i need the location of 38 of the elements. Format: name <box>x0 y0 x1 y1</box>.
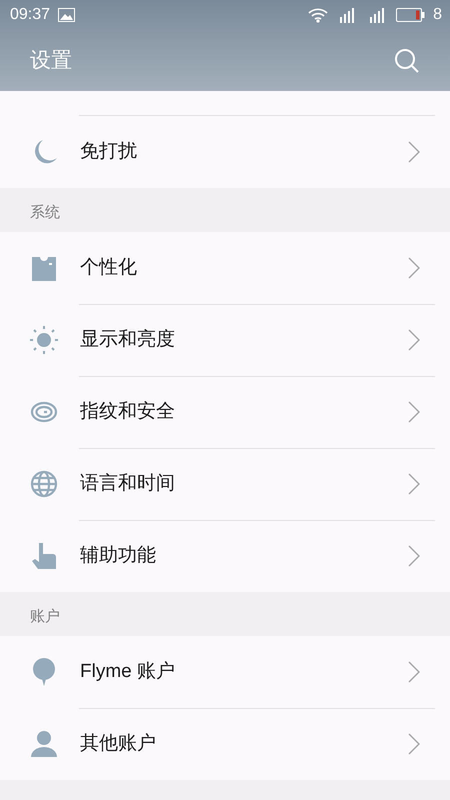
item-label: 其他账户 <box>80 732 156 756</box>
item-label: 免打扰 <box>80 140 137 164</box>
item-label: 显示和亮度 <box>80 328 175 352</box>
search-icon[interactable] <box>394 48 420 74</box>
chevron-icon <box>408 545 420 567</box>
chevron-icon <box>408 661 420 683</box>
battery-icon <box>396 8 426 22</box>
settings-item[interactable]: 辅助功能 <box>0 520 450 592</box>
person-icon <box>30 730 58 758</box>
chevron-icon <box>408 329 420 351</box>
battery-level-text: 8 <box>433 5 442 25</box>
settings-item[interactable]: 其他账户 <box>0 708 450 780</box>
item-label: 个性化 <box>80 256 137 280</box>
section-header: 账户 <box>29 607 61 627</box>
chevron-icon <box>408 733 420 755</box>
sun-icon <box>30 326 58 354</box>
chevron-icon <box>408 473 420 495</box>
picture-icon <box>58 8 76 22</box>
item-label: 指纹和安全 <box>80 400 175 424</box>
item-label: 语言和时间 <box>80 472 175 496</box>
settings-item[interactable]: 显示和亮度 <box>0 304 450 376</box>
item-label: Flyme 账户 <box>80 660 175 684</box>
section-header: 系统 <box>29 203 61 223</box>
globe-icon <box>30 470 58 498</box>
chevron-icon <box>408 141 420 163</box>
chevron-icon <box>408 257 420 279</box>
wifi-icon <box>308 7 328 23</box>
settings-item[interactable]: 指纹和安全 <box>0 376 450 448</box>
page-title: 设置 <box>30 48 72 74</box>
settings-item[interactable]: 个性化 <box>0 232 450 304</box>
chevron-icon <box>408 401 420 423</box>
shirt-icon <box>30 254 58 282</box>
pointing-hand-icon <box>30 542 58 570</box>
balloon-icon <box>30 658 58 686</box>
settings-item[interactable]: Flyme 账户 <box>0 636 450 708</box>
status-time: 09:37 <box>10 5 50 25</box>
settings-item[interactable]: 语言和时间 <box>0 448 450 520</box>
item-label: 辅助功能 <box>80 544 156 568</box>
